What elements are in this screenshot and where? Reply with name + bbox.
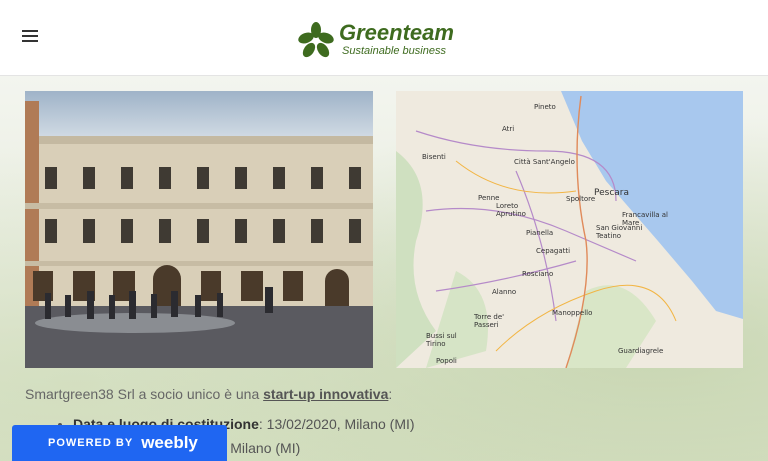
weebly-badge[interactable]: POWERED BY weebly bbox=[12, 425, 227, 461]
brand-tagline: Sustainable business bbox=[342, 45, 446, 57]
intro-suffix: : bbox=[388, 386, 393, 402]
map-label: Rosciano bbox=[522, 270, 554, 278]
map-label: Pineto bbox=[534, 103, 556, 111]
startup-link[interactable]: start-up innovativa bbox=[263, 386, 388, 402]
map-label: Pianella bbox=[526, 229, 554, 237]
map-label: Atri bbox=[502, 125, 515, 133]
hamburger-icon[interactable] bbox=[22, 30, 42, 46]
map-label: Guardiagrele bbox=[618, 347, 664, 355]
badge-brand-text: weebly bbox=[141, 433, 198, 452]
region-map[interactable]: Pineto Atri Bisenti Città Sant'Angelo Pe… bbox=[396, 91, 743, 368]
map-label: Cepagatti bbox=[536, 247, 571, 255]
clover-logo-icon bbox=[298, 22, 334, 58]
map-label: San Giovanni Teatino bbox=[596, 224, 643, 240]
map-label: Spoltore bbox=[566, 195, 596, 203]
map-label: Penne bbox=[478, 194, 500, 202]
site-header: Greenteam Sustainable business bbox=[0, 0, 768, 76]
map-label: Popoli bbox=[436, 357, 457, 365]
map-label: Bisenti bbox=[422, 153, 446, 161]
badge-powered-text: POWERED BY bbox=[48, 437, 134, 449]
map-label: Manoppello bbox=[552, 309, 593, 317]
site-logo[interactable]: Greenteam Sustainable business bbox=[296, 18, 476, 62]
map-label: Loreto Aprutino bbox=[496, 202, 526, 218]
map-label: Alanno bbox=[492, 288, 517, 296]
brand-name: Greenteam bbox=[339, 20, 454, 45]
list-item-value: : 13/02/2020, Milano (MI) bbox=[258, 416, 415, 432]
map-label: Torre de' Passeri bbox=[474, 313, 505, 329]
map-label: Pescara bbox=[594, 188, 630, 198]
map-label: Città Sant'Angelo bbox=[514, 158, 575, 166]
building-photo bbox=[25, 91, 373, 368]
intro-text: Smartgreen38 Srl a socio unico è una bbox=[25, 386, 264, 402]
intro-paragraph: Smartgreen38 Srl a socio unico è una sta… bbox=[25, 384, 745, 404]
map-label: Bussi sul Tirino bbox=[426, 332, 457, 348]
